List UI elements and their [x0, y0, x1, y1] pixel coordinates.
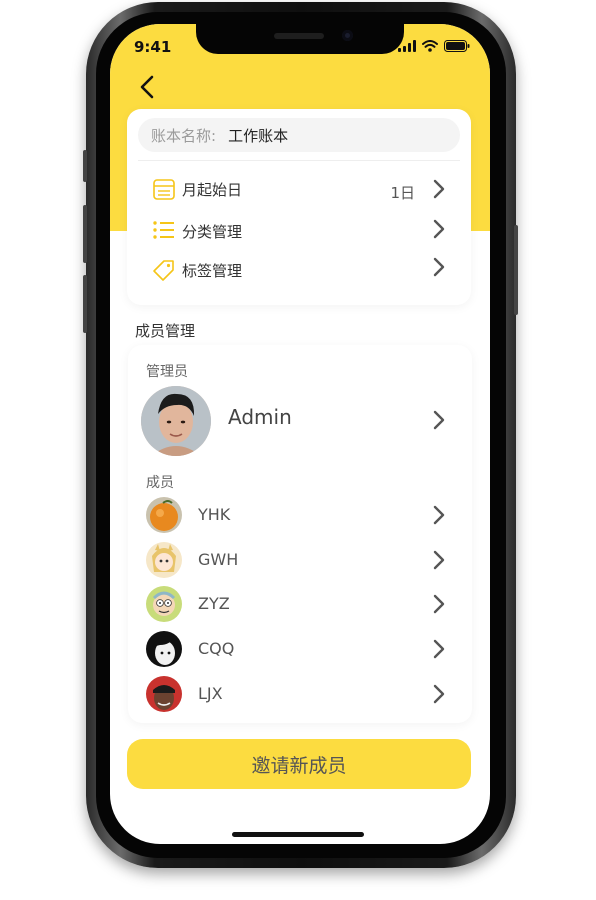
battery-icon	[444, 40, 470, 52]
cartoon-avatar	[146, 586, 182, 622]
row-label: 分类管理	[182, 222, 243, 241]
members-label: 成员	[146, 475, 174, 491]
admin-row[interactable]: Admin	[128, 381, 472, 456]
member-name: ZYZ	[198, 594, 230, 613]
tag-icon	[153, 260, 174, 281]
avatar	[146, 586, 182, 622]
chevron-right-icon	[433, 684, 445, 704]
chevron-right-icon	[433, 219, 445, 239]
chevron-right-icon	[433, 594, 445, 614]
admin-avatar-portrait	[141, 386, 211, 456]
account-name-input[interactable]	[228, 126, 409, 144]
member-row[interactable]: ZYZ	[128, 584, 472, 624]
chevron-right-icon	[433, 179, 445, 199]
chevron-right-icon	[433, 639, 445, 659]
member-name: GWH	[198, 550, 239, 569]
volume-up-button	[83, 205, 87, 263]
account-settings-card: 账本名称: 月起始日 1日	[127, 109, 471, 305]
notch	[196, 24, 404, 54]
camera-icon	[342, 30, 353, 41]
chevron-right-icon	[433, 505, 445, 525]
chevron-left-icon	[140, 75, 154, 99]
admin-name: Admin	[228, 405, 292, 429]
member-name: YHK	[198, 505, 231, 524]
member-name: CQQ	[198, 639, 235, 658]
chevron-right-icon	[433, 550, 445, 570]
mute-switch	[83, 150, 87, 182]
chevron-right-icon	[433, 257, 445, 277]
member-row[interactable]: LJX	[128, 674, 472, 714]
avatar	[146, 676, 182, 712]
member-row[interactable]: CQQ	[128, 629, 472, 669]
status-icons	[398, 40, 470, 52]
list-icon	[153, 221, 174, 239]
divider	[138, 160, 460, 161]
orange-avatar	[146, 497, 182, 533]
power-button	[514, 225, 518, 315]
account-name-label: 账本名称:	[151, 126, 217, 145]
member-row[interactable]: YHK	[128, 495, 472, 535]
cartoon-avatar	[146, 542, 182, 578]
member-name: LJX	[198, 684, 223, 703]
status-time: 9:41	[134, 38, 172, 56]
avatar	[146, 631, 182, 667]
speaker	[274, 33, 324, 39]
admin-label: 管理员	[146, 364, 188, 380]
avatar	[146, 497, 182, 533]
volume-down-button	[83, 275, 87, 333]
home-indicator[interactable]	[232, 832, 364, 837]
members-card: 管理员 Admin 成员 YHK GWH ZYZ CQQ LJX	[128, 345, 472, 723]
row-value: 1日	[390, 184, 415, 202]
back-button[interactable]	[136, 74, 160, 100]
chevron-right-icon	[433, 410, 445, 430]
wifi-icon	[422, 40, 438, 52]
account-name-field[interactable]: 账本名称:	[138, 118, 460, 152]
signal-icon	[398, 40, 416, 52]
member-row[interactable]: GWH	[128, 540, 472, 580]
member-management-title: 成员管理	[135, 322, 196, 340]
row-label: 月起始日	[182, 180, 243, 199]
photo-avatar	[146, 676, 182, 712]
avatar	[141, 386, 211, 456]
calendar-icon	[153, 179, 175, 200]
avatar	[146, 542, 182, 578]
tag-management-row[interactable]: 标签管理	[127, 253, 471, 287]
category-management-row[interactable]: 分类管理	[127, 214, 471, 248]
invite-member-button[interactable]: 邀请新成员	[127, 739, 471, 789]
sketch-avatar	[146, 631, 182, 667]
phone-screen: 9:41 账本名称: 工作账本 月起始日 1日 分类管理 标签管理 成员管理 管…	[110, 24, 490, 844]
month-start-day-row[interactable]: 月起始日 1日	[127, 172, 471, 206]
row-label: 标签管理	[182, 261, 243, 280]
